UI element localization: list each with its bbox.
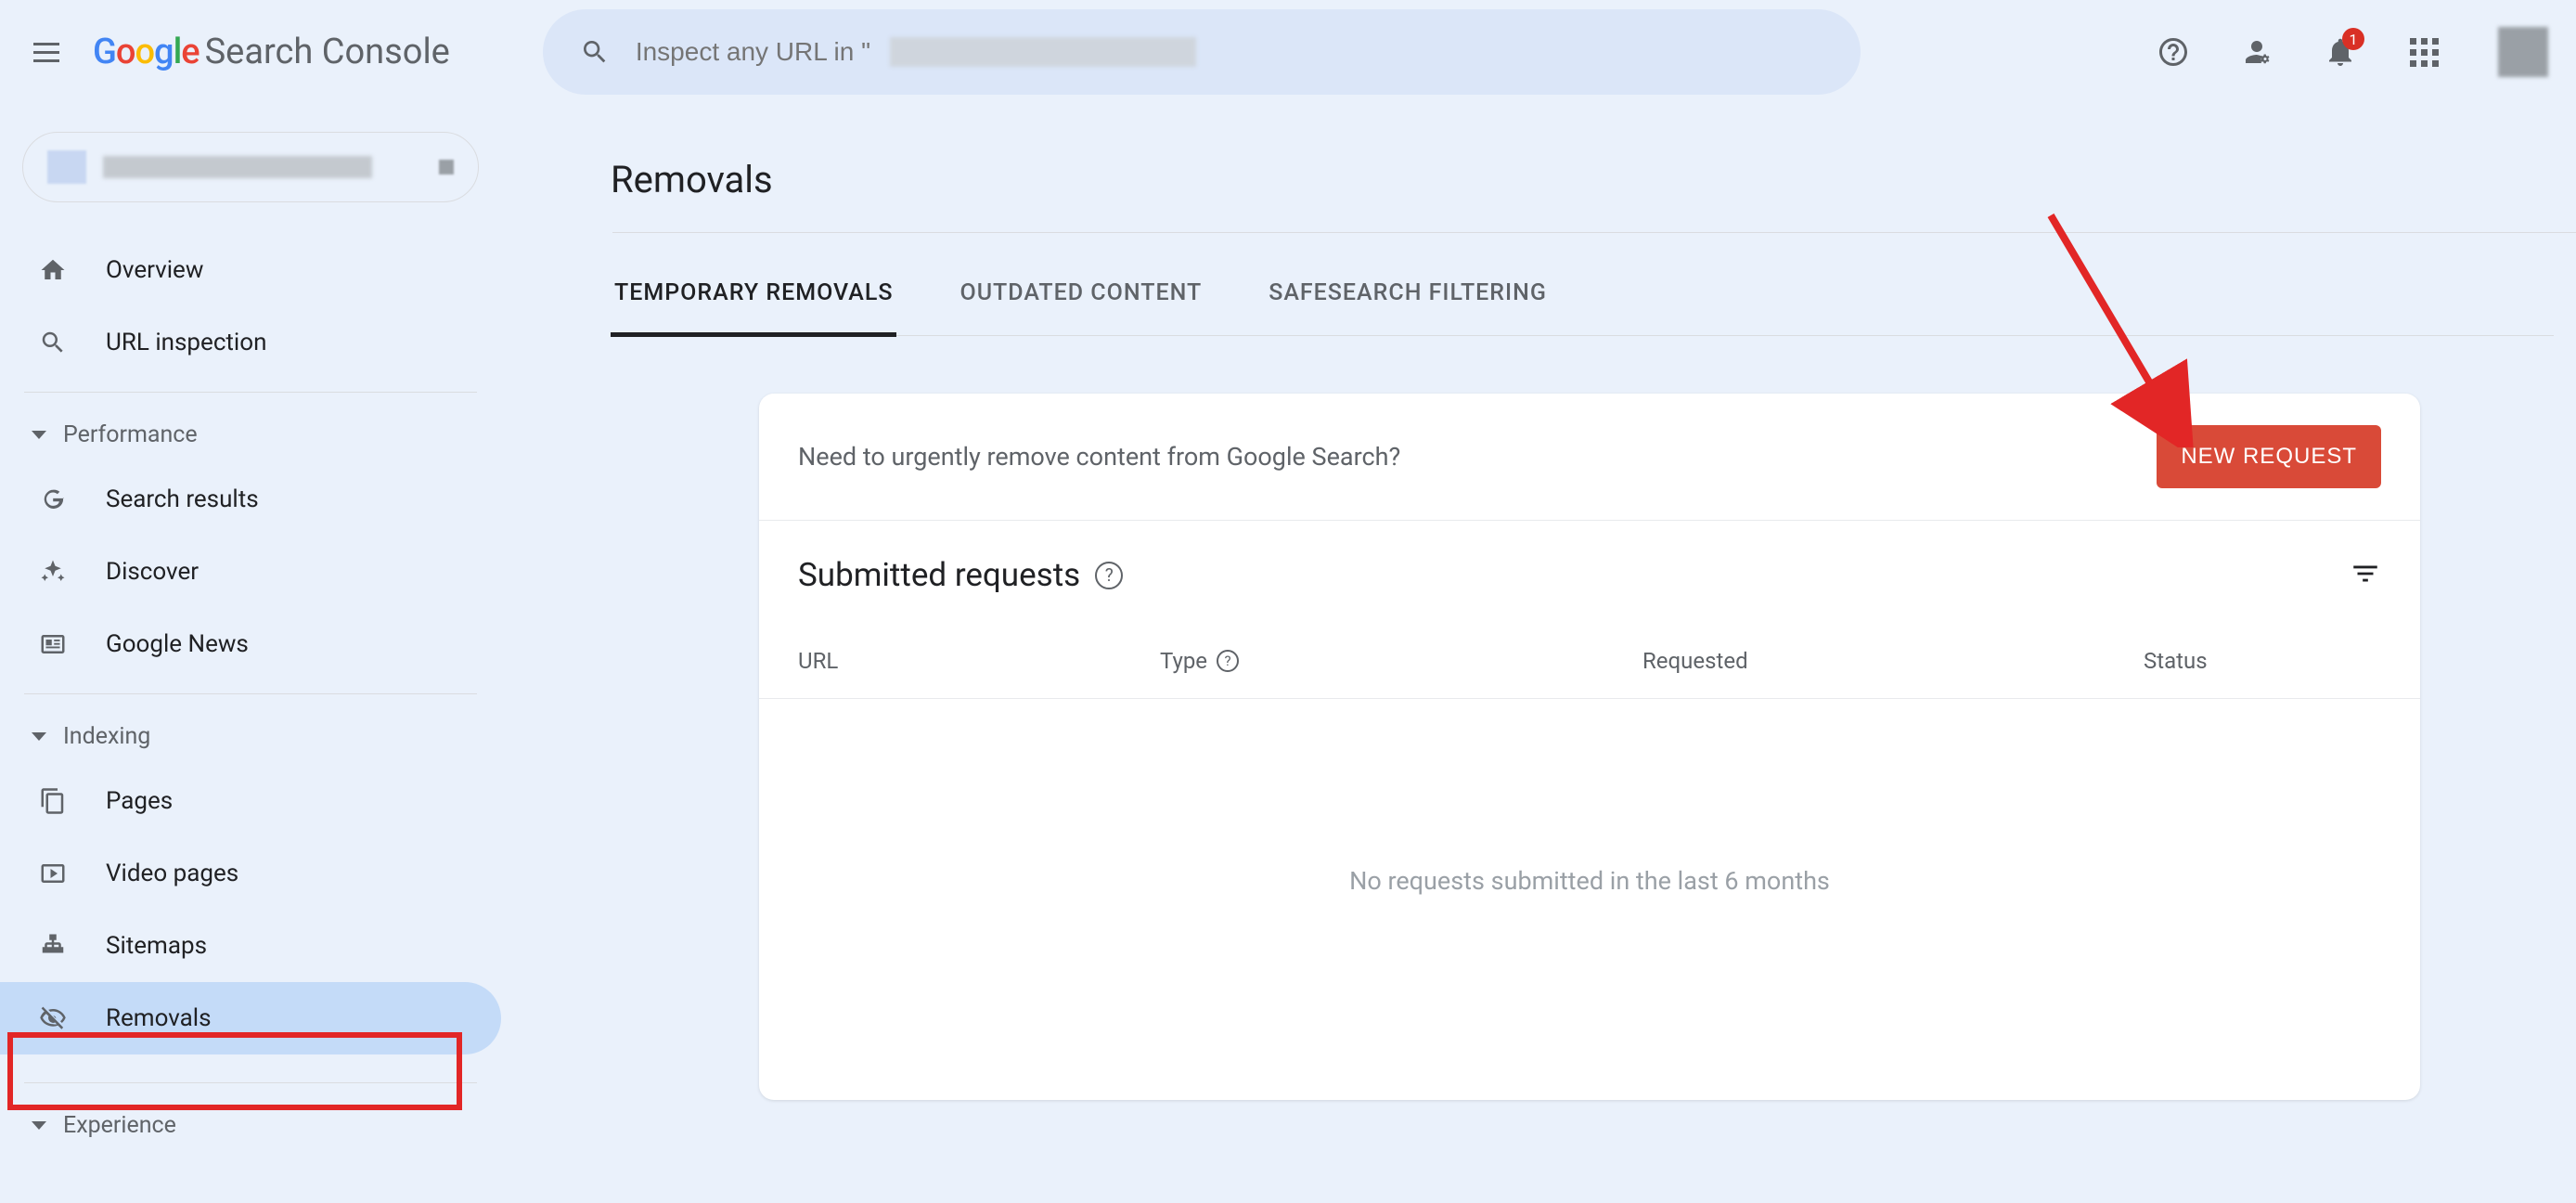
notifications-button[interactable]: 1 bbox=[2322, 33, 2359, 71]
removals-card: Need to urgently remove content from Goo… bbox=[759, 394, 2420, 1100]
card-header: Need to urgently remove content from Goo… bbox=[759, 394, 2420, 521]
section-label: Performance bbox=[63, 421, 198, 448]
discover-icon bbox=[39, 558, 67, 586]
url-inspect-search[interactable] bbox=[543, 9, 1861, 95]
submitted-title-text: Submitted requests bbox=[798, 556, 1080, 594]
product-name: Search Console bbox=[205, 32, 450, 72]
product-logo[interactable]: Google Search Console bbox=[93, 32, 450, 72]
user-settings-icon bbox=[2240, 35, 2273, 69]
nav-sitemaps[interactable]: Sitemaps bbox=[0, 910, 501, 982]
col-status: Status bbox=[2144, 648, 2381, 674]
tab-temporary-removals[interactable]: Temporary Removals bbox=[611, 261, 896, 337]
section-performance[interactable]: Performance bbox=[0, 406, 501, 463]
property-selector[interactable] bbox=[22, 132, 479, 202]
google-g-icon bbox=[39, 485, 67, 513]
chevron-down-icon bbox=[32, 1121, 46, 1130]
tab-safesearch-filtering[interactable]: Safesearch Filtering bbox=[1265, 261, 1551, 337]
tabs: Temporary Removals Outdated Content Safe… bbox=[611, 261, 2554, 336]
nav-url-inspection[interactable]: URL inspection bbox=[0, 306, 501, 379]
search-icon bbox=[39, 329, 67, 356]
help-icon bbox=[2157, 35, 2190, 69]
nav-label: URL inspection bbox=[106, 329, 266, 356]
help-icon[interactable]: ? bbox=[1095, 562, 1123, 589]
divider bbox=[24, 1082, 477, 1083]
col-type-label: Type bbox=[1160, 648, 1207, 674]
page-title: Removals bbox=[611, 158, 2576, 201]
section-experience[interactable]: Experience bbox=[0, 1096, 501, 1154]
app-header: Google Search Console 1 bbox=[0, 0, 2576, 104]
new-request-button[interactable]: NEW REQUEST bbox=[2157, 425, 2381, 488]
nav-label: Search results bbox=[106, 485, 259, 513]
nav-label: Overview bbox=[106, 256, 203, 284]
filter-button[interactable] bbox=[2350, 558, 2381, 593]
dropdown-arrow-icon bbox=[439, 160, 454, 175]
header-actions: 1 bbox=[2155, 27, 2548, 77]
nav-discover[interactable]: Discover bbox=[0, 536, 501, 608]
nav-label: Discover bbox=[106, 558, 199, 586]
table-head: URL Type ? Requested Status bbox=[759, 620, 2420, 699]
nav-video-pages[interactable]: Video pages bbox=[0, 837, 501, 910]
sitemap-icon bbox=[39, 932, 67, 960]
divider bbox=[24, 693, 477, 694]
news-icon bbox=[39, 630, 67, 658]
col-requested: Requested bbox=[1642, 648, 2144, 674]
chevron-down-icon bbox=[32, 431, 46, 439]
divider bbox=[24, 392, 477, 393]
section-label: Experience bbox=[63, 1112, 176, 1139]
apps-grid-icon bbox=[2410, 38, 2439, 67]
account-avatar[interactable] bbox=[2498, 27, 2548, 77]
nav-pages[interactable]: Pages bbox=[0, 765, 501, 837]
nav-search-results[interactable]: Search results bbox=[0, 463, 501, 536]
redacted-domain bbox=[890, 37, 1196, 67]
submitted-title: Submitted requests ? bbox=[798, 556, 1123, 594]
home-icon bbox=[39, 256, 67, 284]
nav-overview[interactable]: Overview bbox=[0, 234, 501, 306]
col-type: Type ? bbox=[1160, 648, 1642, 674]
pages-icon bbox=[39, 787, 67, 815]
nav-label: Pages bbox=[106, 787, 173, 815]
menu-button[interactable] bbox=[28, 33, 65, 71]
nav-label: Google News bbox=[106, 630, 249, 658]
main-layout: Overview URL inspection Performance Sear… bbox=[0, 104, 2576, 1154]
url-inspect-input[interactable] bbox=[636, 37, 886, 67]
help-icon[interactable]: ? bbox=[1217, 650, 1239, 672]
nav-removals[interactable]: Removals bbox=[0, 982, 501, 1054]
empty-state: No requests submitted in the last 6 mont… bbox=[759, 699, 2420, 1100]
main-content: Removals Temporary Removals Outdated Con… bbox=[501, 104, 2576, 1154]
nav-google-news[interactable]: Google News bbox=[0, 608, 501, 680]
manage-users-button[interactable] bbox=[2238, 33, 2275, 71]
sidebar: Overview URL inspection Performance Sear… bbox=[0, 104, 501, 1154]
visibility-off-icon bbox=[39, 1004, 67, 1032]
search-icon bbox=[580, 37, 610, 67]
tab-outdated-content[interactable]: Outdated Content bbox=[956, 261, 1205, 337]
chevron-down-icon bbox=[32, 732, 46, 741]
section-label: Indexing bbox=[63, 723, 150, 750]
col-url: URL bbox=[798, 648, 1160, 674]
filter-icon bbox=[2350, 558, 2381, 589]
notification-badge: 1 bbox=[2342, 28, 2364, 50]
property-favicon bbox=[47, 150, 86, 184]
section-indexing[interactable]: Indexing bbox=[0, 707, 501, 765]
help-button[interactable] bbox=[2155, 33, 2192, 71]
apps-button[interactable] bbox=[2405, 33, 2442, 71]
video-icon bbox=[39, 860, 67, 887]
nav-label: Video pages bbox=[106, 860, 238, 887]
nav-label: Sitemaps bbox=[106, 932, 207, 960]
card-prompt: Need to urgently remove content from Goo… bbox=[798, 442, 1400, 472]
nav-label: Removals bbox=[106, 1004, 212, 1032]
redacted-property bbox=[103, 156, 372, 178]
submitted-header: Submitted requests ? bbox=[759, 521, 2420, 620]
